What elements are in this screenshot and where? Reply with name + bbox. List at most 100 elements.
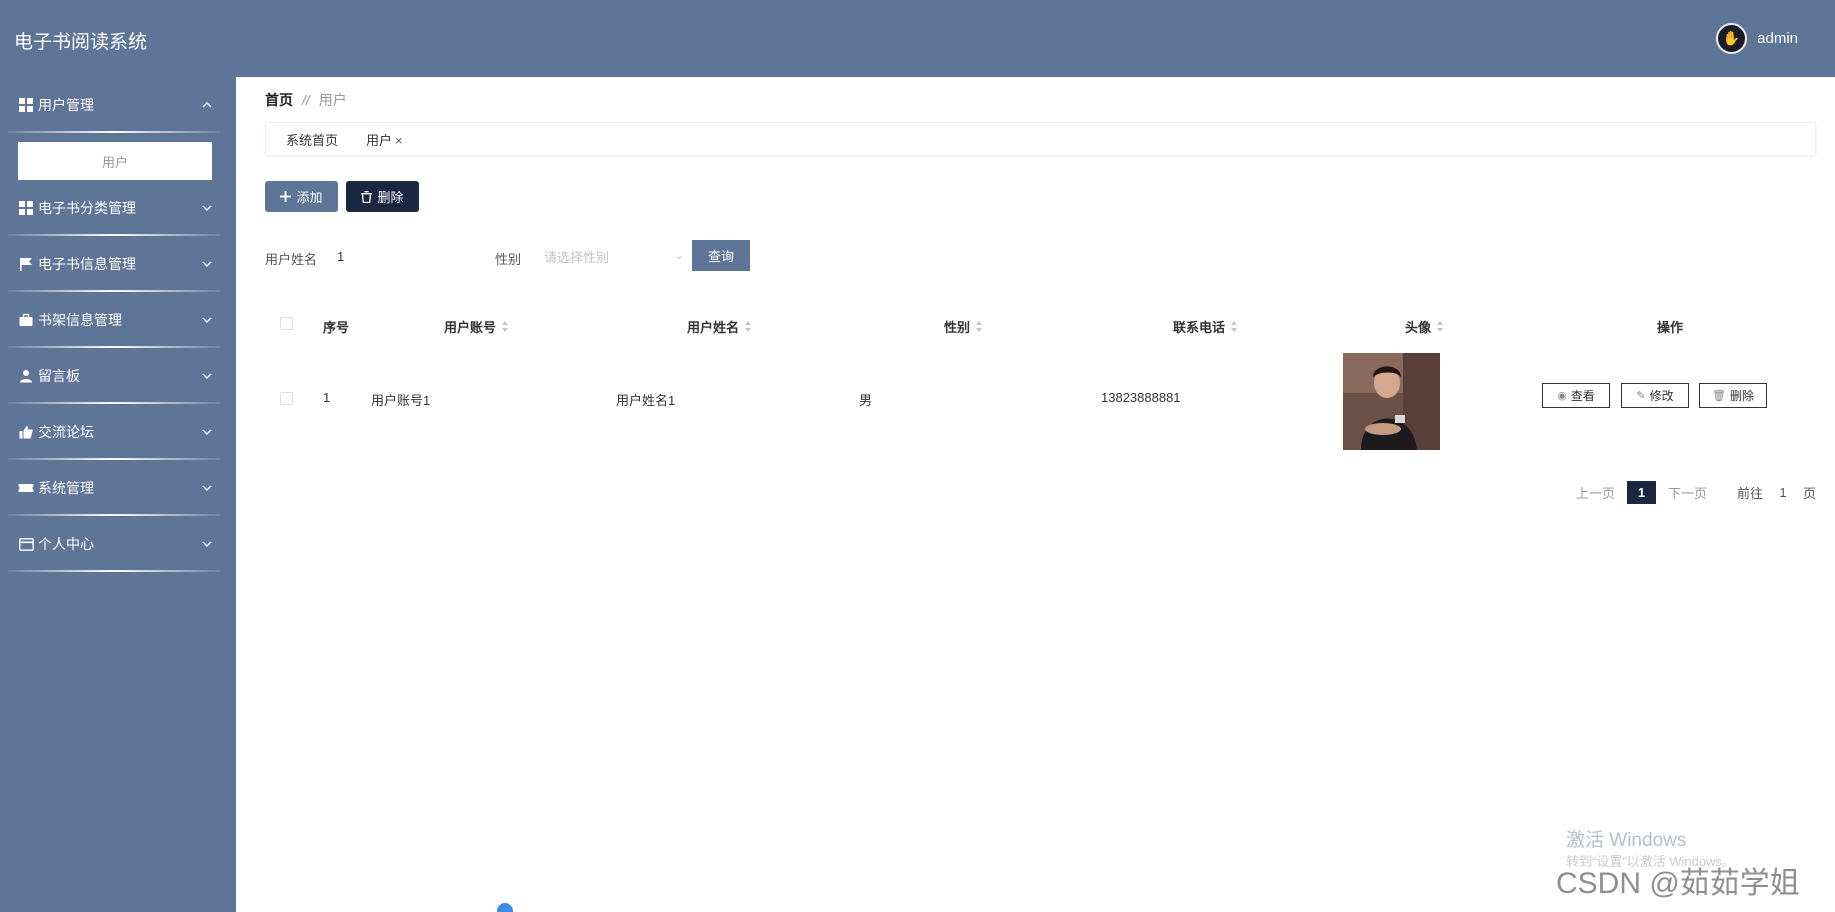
trash-icon <box>361 190 373 203</box>
sidebar-item-bookshelf[interactable]: 书架信息管理 <box>0 292 236 348</box>
column-header-avatar[interactable]: 头像 <box>1405 317 1444 336</box>
sidebar-item-personal-center[interactable]: 个人中心 <box>0 516 236 572</box>
sidebar-item-label: 用户管理 <box>38 97 94 113</box>
sidebar-item-forum[interactable]: 交流论坛 <box>0 404 236 460</box>
sidebar-item-label: 留言板 <box>38 368 80 384</box>
gender-select-placeholder: 请选择性别 <box>544 249 610 265</box>
chevron-down-icon: ⌄ <box>674 250 684 262</box>
column-header-name[interactable]: 用户姓名 <box>687 317 752 336</box>
menu-group-category: 电子书分类管理 <box>0 180 236 236</box>
trash-icon: 🗑 <box>1712 390 1726 402</box>
grid-icon <box>18 97 34 113</box>
tab-label: 用户 <box>366 132 393 148</box>
user-icon <box>18 368 34 384</box>
avatar[interactable]: ✋ <box>1716 23 1748 54</box>
next-page-button[interactable]: 下一页 <box>1668 483 1707 502</box>
delete-button-label: 删除 <box>1729 389 1754 403</box>
plus-icon <box>280 191 292 202</box>
view-button[interactable]: ◉ 查看 <box>1542 383 1610 408</box>
menu-group-personal: 个人中心 <box>0 516 236 572</box>
delete-button[interactable]: 🗑 删除 <box>1699 383 1767 408</box>
csdn-watermark: CSDN @茹茹学姐 <box>1556 867 1800 900</box>
select-all-checkbox[interactable] <box>280 317 293 330</box>
floating-dot <box>497 903 513 912</box>
chevron-down-icon <box>202 317 212 323</box>
sort-icon[interactable] <box>1231 321 1238 332</box>
thumbs-up-icon <box>18 424 34 440</box>
sidebar-item-system[interactable]: 系统管理 <box>0 460 236 516</box>
cell-phone: 13823888881 <box>1101 390 1181 405</box>
sidebar-item-message-board[interactable]: 留言板 <box>0 348 236 404</box>
sort-icon[interactable] <box>745 321 752 332</box>
windows-activation-watermark: 激活 Windows <box>1566 830 1687 851</box>
chevron-down-icon <box>202 261 212 267</box>
page-unit-label: 页 <box>1802 485 1816 501</box>
add-button-label: 添加 <box>296 190 323 205</box>
sidebar-item-ebook-category[interactable]: 电子书分类管理 <box>0 180 236 236</box>
column-header-actions: 操作 <box>1657 320 1684 335</box>
close-icon[interactable]: × <box>395 133 403 148</box>
menu-divider <box>8 570 220 572</box>
grid-icon <box>18 200 34 216</box>
user-menu[interactable]: ✋ admin <box>1716 23 1798 54</box>
breadcrumb: 首页 // 用户 <box>265 90 347 110</box>
batch-delete-button[interactable]: 删除 <box>346 181 419 212</box>
user-avatar-image <box>1343 353 1440 450</box>
sidebar-item-ebook-info[interactable]: 电子书信息管理 <box>0 236 236 292</box>
table-header: 序号 用户账号 用户姓名 性别 联系电话 头像 操作 <box>265 303 1816 347</box>
tabs-bar: 系统首页 用户 × <box>265 122 1816 156</box>
edit-button[interactable]: ✎ 修改 <box>1621 383 1689 408</box>
menu-group-user-management: 用户管理 <box>0 77 236 133</box>
breadcrumb-separator: // <box>302 92 310 108</box>
eye-icon: ◉ <box>1557 390 1567 402</box>
page-number-current[interactable]: 1 <box>1626 480 1656 504</box>
menu-group-forum: 交流论坛 <box>0 404 236 460</box>
chevron-down-icon <box>202 541 212 547</box>
prev-page-button[interactable]: 上一页 <box>1576 483 1615 502</box>
edit-icon: ✎ <box>1636 390 1646 402</box>
sort-icon[interactable] <box>976 321 983 332</box>
sidebar-subitem-user[interactable]: 用户 <box>18 142 212 180</box>
name-filter-input[interactable] <box>337 241 477 271</box>
row-checkbox[interactable] <box>280 392 293 408</box>
chevron-down-icon <box>202 373 212 379</box>
sidebar-item-user-management[interactable]: 用户管理 <box>0 77 236 133</box>
menu-group-bookshelf: 书架信息管理 <box>0 292 236 348</box>
top-header: 电子书阅读系统 ✋ admin <box>0 0 1835 77</box>
goto-label: 前往 <box>1736 485 1763 501</box>
sidebar-item-label: 交流论坛 <box>38 424 94 440</box>
username[interactable]: admin <box>1757 30 1798 47</box>
column-header-phone[interactable]: 联系电话 <box>1173 317 1238 336</box>
column-header-index: 序号 <box>323 320 350 335</box>
app-title: 电子书阅读系统 <box>14 32 148 53</box>
table-row: 1 用户账号1 用户姓名1 男 13823888881 ◉ 查看 ✎ 修改 🗑 … <box>265 347 1816 450</box>
sidebar-item-label: 书架信息管理 <box>38 312 122 328</box>
cell-gender: 男 <box>859 393 873 408</box>
tab-home[interactable]: 系统首页 <box>286 130 338 149</box>
goto-page-input[interactable] <box>1762 484 1803 500</box>
view-button-label: 查看 <box>1570 389 1595 403</box>
menu-group-system: 系统管理 <box>0 460 236 516</box>
column-header-gender[interactable]: 性别 <box>944 317 983 336</box>
breadcrumb-home[interactable]: 首页 <box>265 90 293 110</box>
card-icon <box>18 536 34 552</box>
chevron-up-icon <box>202 102 212 108</box>
chevron-down-icon <box>202 429 212 435</box>
delete-button-label: 删除 <box>377 190 404 205</box>
menu-group-message-board: 留言板 <box>0 348 236 404</box>
sidebar-item-label: 系统管理 <box>38 480 94 496</box>
cell-index: 1 <box>323 390 331 405</box>
gender-filter-label: 性别 <box>495 252 522 267</box>
sort-icon[interactable] <box>1437 321 1444 332</box>
tab-user[interactable]: 用户 × <box>366 130 403 149</box>
query-button[interactable]: 查询 <box>692 240 750 271</box>
gender-filter-select[interactable]: 请选择性别 ⌄ <box>538 241 688 271</box>
column-header-account[interactable]: 用户账号 <box>444 317 509 336</box>
edit-button-label: 修改 <box>1649 389 1674 403</box>
chevron-down-icon <box>202 485 212 491</box>
add-button[interactable]: 添加 <box>265 181 338 212</box>
briefcase-icon <box>18 312 34 328</box>
sort-icon[interactable] <box>502 321 509 332</box>
ticket-icon <box>18 480 34 496</box>
search-form: 用户姓名 性别 请选择性别 ⌄ <box>265 241 965 271</box>
